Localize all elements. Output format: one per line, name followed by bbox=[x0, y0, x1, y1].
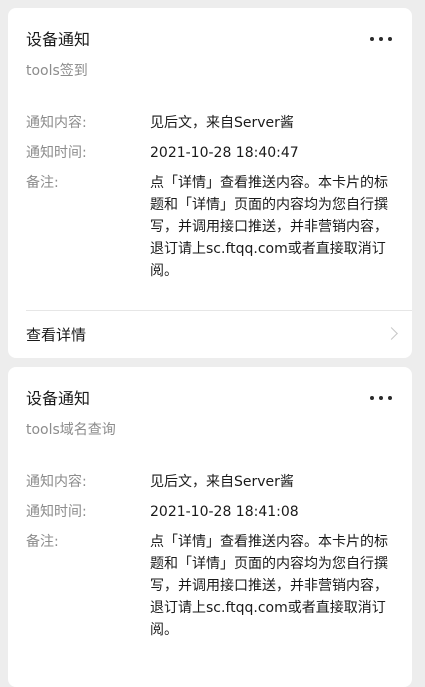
chevron-right-icon bbox=[385, 327, 398, 340]
field-label: 备注: bbox=[26, 175, 59, 191]
field-label: 备注: bbox=[26, 534, 59, 550]
card-title: 设备通知 bbox=[26, 30, 91, 49]
field-label: 通知时间: bbox=[26, 145, 87, 161]
field-value: 见后文，来自Server酱 bbox=[150, 115, 294, 131]
view-details-label: 查看详情 bbox=[26, 326, 87, 344]
field-value: 见后文，来自Server酱 bbox=[150, 474, 294, 490]
field-label: 通知时间: bbox=[26, 504, 87, 520]
field-value: 点「详情」查看推送内容。本卡片的标题和「详情」页面的内容均为您自行撰写，并调用接… bbox=[150, 175, 388, 279]
notification-card: 设备通知 tools域名查询 通知内容: 见后文，来自Server酱 通知时间:… bbox=[8, 367, 412, 687]
more-icon[interactable] bbox=[370, 33, 392, 45]
view-details-button[interactable]: 查看详情 bbox=[8, 311, 412, 359]
card-subtitle: tools域名查询 bbox=[26, 422, 116, 438]
card-title: 设备通知 bbox=[26, 389, 91, 408]
card-subtitle: tools签到 bbox=[26, 63, 88, 79]
field-label: 通知内容: bbox=[26, 474, 87, 490]
notification-card: 设备通知 tools签到 通知内容: 见后文，来自Server酱 通知时间: 2… bbox=[8, 8, 412, 358]
field-label: 通知内容: bbox=[26, 115, 87, 131]
field-value: 2021-10-28 18:41:08 bbox=[150, 504, 299, 520]
more-icon[interactable] bbox=[370, 392, 392, 404]
field-value: 点「详情」查看推送内容。本卡片的标题和「详情」页面的内容均为您自行撰写，并调用接… bbox=[150, 534, 388, 638]
card-header: 设备通知 tools签到 bbox=[8, 8, 412, 79]
field-value: 2021-10-28 18:40:47 bbox=[150, 145, 299, 161]
card-header: 设备通知 tools域名查询 bbox=[8, 367, 412, 438]
